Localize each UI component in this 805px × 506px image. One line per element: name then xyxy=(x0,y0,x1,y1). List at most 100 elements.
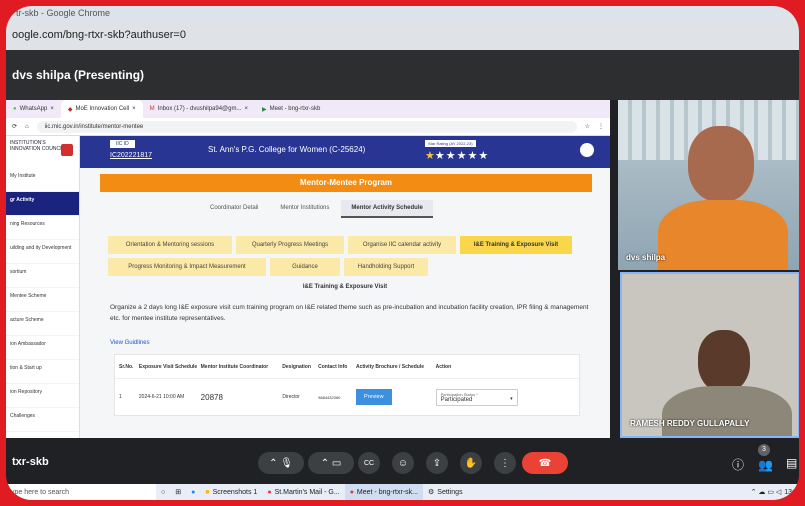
shared-tab[interactable]: M Inbox (17) - dvushilpa94@gm... × xyxy=(143,100,255,118)
sidebar-item[interactable]: uilding and ity Development xyxy=(6,240,79,264)
participant-name: RAMESH REDDY GULLAPALLY xyxy=(630,419,750,428)
chrome-icon: ● xyxy=(267,488,272,496)
chat-icon[interactable]: ▤ xyxy=(786,456,797,470)
close-icon[interactable]: × xyxy=(132,106,136,112)
sidebar-item-selected[interactable]: gr Activity xyxy=(6,192,79,216)
taskbar-item-label: Screenshots 1 xyxy=(212,488,258,496)
shared-tab[interactable]: ▶ Meet - bng-rtxr-skb xyxy=(255,100,327,118)
sidebar-item[interactable]: Challenges xyxy=(6,408,79,432)
sidebar-item[interactable]: sortium xyxy=(6,264,79,288)
widgets-icon[interactable]: ⊞ xyxy=(170,484,186,500)
sidebar-item[interactable]: My Institute xyxy=(6,168,79,192)
info-icon[interactable]: ⓘ xyxy=(732,456,744,473)
meeting-code: txr-skb xyxy=(12,456,49,468)
taskbar-search-text: ype here to search xyxy=(11,488,69,496)
program-subtabs: Coordinator Detail Mentor Institutions M… xyxy=(200,200,433,218)
leave-call-button[interactable]: ☎ xyxy=(522,452,568,474)
shared-tab[interactable]: ● WhatsApp × xyxy=(6,100,61,118)
meet-stage: ● WhatsApp × ◆ MoE Innovation Cell × M Inbox … xyxy=(6,100,799,438)
address-bar[interactable]: oogle.com/bng-rtxr-skb?authuser=0 xyxy=(6,20,799,50)
shared-url[interactable]: iic.mic.gov.in/institute/mentor-mentee xyxy=(36,120,577,133)
sidebar-item[interactable]: ion Repository xyxy=(6,384,79,408)
raise-hand-button[interactable]: ✋ xyxy=(460,452,482,474)
tab-mentor-institutions[interactable]: Mentor Institutions xyxy=(270,200,339,218)
hangup-icon: ☎ xyxy=(538,457,552,469)
camera-button[interactable]: ⌃ ▭ xyxy=(308,452,354,474)
taskbar-item-label: Settings xyxy=(437,488,463,496)
cell-contact: 9884432060 xyxy=(318,394,341,400)
sidebar-item[interactable]: tion & Start up xyxy=(6,360,79,384)
participant-face xyxy=(688,126,754,202)
captions-button[interactable]: CC xyxy=(358,452,380,474)
user-avatar-icon[interactable] xyxy=(580,143,594,157)
shared-screen: ● WhatsApp × ◆ MoE Innovation Cell × M Inbox … xyxy=(6,100,610,438)
home-icon[interactable]: ⌂ xyxy=(25,124,29,130)
tray-icons[interactable]: ⌃ ☁ ▭ ◁ xyxy=(751,488,782,496)
participant-face xyxy=(698,330,750,392)
schedule-table: Sr.No. Exposure Visit Schedule Mentor In… xyxy=(114,354,580,416)
participant-tile[interactable]: dvs shilpa xyxy=(618,100,799,270)
iic-id[interactable]: IC202221817 xyxy=(110,152,152,159)
iic-id-label: IIC ID xyxy=(110,140,135,148)
participation-status-value: Participated xyxy=(440,396,473,403)
logo-text: INSTITUTION'S INNOVATION COUNCIL xyxy=(10,140,65,152)
taskbar-item[interactable]: ■ Screenshots 1 xyxy=(200,484,262,500)
activity-button[interactable]: Guidance xyxy=(270,258,340,276)
sidebar-item[interactable]: ning Resources xyxy=(6,216,79,240)
present-button[interactable]: ⇪ xyxy=(426,452,448,474)
participation-status-select[interactable]: Participation Status * Participated ▾ xyxy=(435,388,518,406)
chevron-up-icon: ⌃ xyxy=(269,457,278,469)
sidebar-item[interactable]: ion Ambassador xyxy=(6,336,79,360)
windows-taskbar: ype here to search ○ ⊞ ● ■ Screenshots 1 … xyxy=(6,484,799,500)
activity-button[interactable]: Handholding Support xyxy=(344,258,428,276)
taskbar-item-label: St.Martin's Mail - G... xyxy=(274,488,340,496)
tab-coordinator-detail[interactable]: Coordinator Detail xyxy=(200,200,268,218)
activity-button-active[interactable]: I&E Training & Exposure Visit xyxy=(460,236,572,254)
activity-button[interactable]: Progress Monitoring & Impact Measurement xyxy=(108,258,266,276)
clock: 13: xyxy=(784,488,794,496)
table-header: Sr.No. xyxy=(119,363,134,370)
moe-icon: ◆ xyxy=(67,106,73,113)
cell-schedule: 2024-6-21 10:00 AM xyxy=(138,394,185,400)
whatsapp-icon: ● xyxy=(13,106,17,112)
taskbar-search[interactable]: ype here to search xyxy=(6,484,156,500)
edge-icon[interactable]: ● xyxy=(186,484,200,500)
browser-title: tr-skb - Google Chrome xyxy=(16,8,111,18)
close-icon[interactable]: × xyxy=(244,106,248,112)
star-rating-label: Star Rating (AY 2022-23) xyxy=(425,140,476,147)
college-name: St. Ann's P.G. College for Women (C-2562… xyxy=(208,145,366,154)
activity-button[interactable]: Organise IIC calendar activity xyxy=(348,236,456,254)
cell-sr: 1 xyxy=(119,394,122,400)
shared-tab[interactable]: ◆ MoE Innovation Cell × xyxy=(60,100,143,118)
hand-icon: ✋ xyxy=(464,457,478,469)
table-header: Activity Brochure / Schedule xyxy=(355,363,425,370)
taskbar-item[interactable]: ⚙ Settings xyxy=(423,484,468,500)
tab-mentor-activity-schedule[interactable]: Mentor Activity Schedule xyxy=(341,200,433,218)
cell-brochure: Preview xyxy=(355,389,436,405)
program-title: Mentor-Mentee Program xyxy=(100,174,592,192)
star-icon[interactable]: ☆ xyxy=(585,123,590,130)
emoji-button[interactable]: ☺ xyxy=(392,452,414,474)
close-icon[interactable]: × xyxy=(50,106,54,112)
activity-button[interactable]: Orientation & Mentoring sessions xyxy=(108,236,232,254)
view-guidelines-link[interactable]: View Guidlines xyxy=(110,340,150,346)
table-row: 1 2024-6-21 10:00 AM 20878 Director 9884… xyxy=(115,379,579,415)
more-options-button[interactable]: ⋮ xyxy=(494,452,516,474)
sidebar-item[interactable]: Mentee Scheme xyxy=(6,288,79,312)
reload-icon[interactable]: ⟳ xyxy=(12,123,17,130)
chevron-up-icon: ⌃ xyxy=(320,457,330,469)
taskbar-item-active[interactable]: ● Meet - bng-rtxr-sk... xyxy=(344,484,423,500)
sidebar-item[interactable]: acture Scheme xyxy=(6,312,79,336)
participant-name: dvs shilpa xyxy=(626,253,666,262)
mic-button[interactable]: ⌃ 🎙 xyxy=(258,452,304,474)
more-vert-icon: ⋮ xyxy=(500,457,510,469)
taskbar-item[interactable]: ● St.Martin's Mail - G... xyxy=(262,484,344,500)
people-icon[interactable]: 👥 xyxy=(758,458,773,472)
preview-button[interactable]: Preview xyxy=(355,389,392,405)
shared-tab-strip: ● WhatsApp × ◆ MoE Innovation Cell × M Inbox … xyxy=(6,100,610,118)
activity-button[interactable]: Quarterly Progress Meetings xyxy=(236,236,344,254)
hamburger-icon[interactable] xyxy=(61,144,73,156)
participant-tile-active[interactable]: RAMESH REDDY GULLAPALLY xyxy=(620,272,799,438)
task-view-icon[interactable]: ○ xyxy=(156,484,170,500)
menu-icon[interactable]: ⋮ xyxy=(598,123,604,130)
